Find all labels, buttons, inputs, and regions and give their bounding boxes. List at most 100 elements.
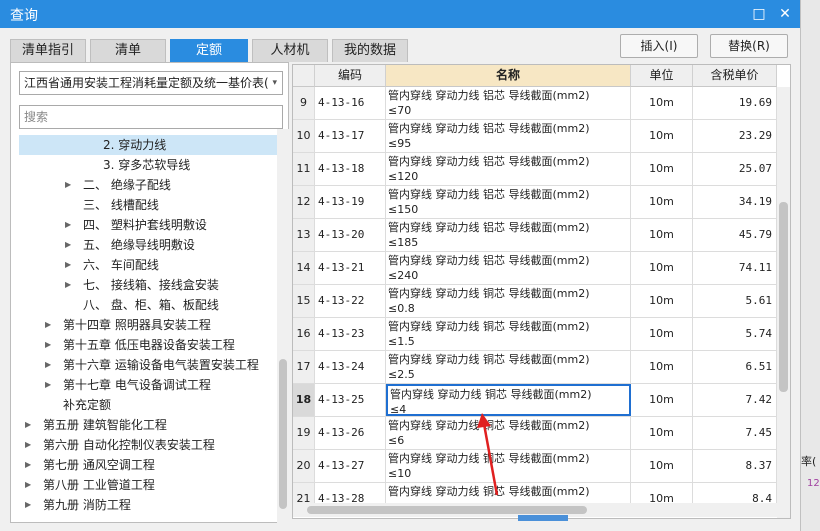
tree-node[interactable]: 八、 盘、柜、箱、板配线 xyxy=(19,295,277,315)
price-cell: 5.74 xyxy=(693,318,777,350)
table-row[interactable]: 14 4-13-21 管内穿线 穿动力线 铝芯 导线截面(mm2) ≤240 10m 7… xyxy=(293,252,777,285)
table-row[interactable]: 20 4-13-27 管内穿线 穿动力线 铜芯 导线截面(mm2) ≤10 10m 8.… xyxy=(293,450,777,483)
close-icon[interactable]: ✕ xyxy=(775,4,795,24)
expand-icon[interactable]: ▶ xyxy=(65,275,71,295)
replace-button[interactable]: 替换(R) xyxy=(710,34,788,58)
tree-node-label: 第十五章 低压电器设备安装工程 xyxy=(63,338,235,352)
restore-icon[interactable]: □ xyxy=(749,4,769,24)
code-cell: 4-13-20 xyxy=(315,219,386,251)
tree-node[interactable]: ▶ 第十七章 电气设备调试工程 xyxy=(19,375,277,395)
table-row[interactable]: 19 4-13-26 管内穿线 穿动力线 铜芯 导线截面(mm2) ≤6 10m 7.4… xyxy=(293,417,777,450)
tree-node-label: 第十四章 照明器具安装工程 xyxy=(63,318,211,332)
background-label: 率( xyxy=(801,455,817,468)
tree-node[interactable]: ▶ 第七册 通风空调工程 xyxy=(19,455,277,475)
tree-node[interactable]: 补充定额 xyxy=(19,395,277,415)
expand-icon[interactable]: ▶ xyxy=(45,335,51,355)
tree-node-label: 第七册 通风空调工程 xyxy=(43,458,155,472)
code-cell: 4-13-27 xyxy=(315,450,386,482)
tree-node[interactable]: ▶ 二、 绝缘子配线 xyxy=(19,175,277,195)
expand-icon[interactable]: ▶ xyxy=(65,255,71,275)
tree-node[interactable]: ▶ 第五册 建筑智能化工程 xyxy=(19,415,277,435)
tree-node[interactable]: ▶ 七、 接线箱、接线盒安装 xyxy=(19,275,277,295)
expand-icon[interactable]: ▶ xyxy=(45,375,51,395)
tree-node[interactable]: ▶ 第十六章 运输设备电气装置安装工程 xyxy=(19,355,277,375)
unit-cell: 10m xyxy=(631,351,693,383)
expand-icon[interactable]: ▶ xyxy=(25,435,31,455)
expand-icon[interactable]: ▶ xyxy=(25,455,31,475)
tree-scrollbar[interactable] xyxy=(277,129,289,523)
unit-cell: 10m xyxy=(631,252,693,284)
expand-icon[interactable]: ▶ xyxy=(25,475,31,495)
tree-node-label: 第六册 自动化控制仪表安装工程 xyxy=(43,438,215,452)
table-row[interactable]: 12 4-13-19 管内穿线 穿动力线 铝芯 导线截面(mm2) ≤150 10m 3… xyxy=(293,186,777,219)
tree-node-label: 六、 车间配线 xyxy=(83,258,159,272)
expand-icon[interactable]: ▶ xyxy=(65,175,71,195)
tree-node[interactable]: ▶ 五、 绝缘导线明敷设 xyxy=(19,235,277,255)
query-dialog: 清单指引 清单 定额 人材机 我的数据 插入(I) 替换(R) 江西省通用安装工… xyxy=(0,28,800,531)
tree-node[interactable]: ▶ 第六册 自动化控制仪表安装工程 xyxy=(19,435,277,455)
header-name[interactable]: 名称 xyxy=(386,65,631,87)
price-cell: 5.61 xyxy=(693,285,777,317)
table-row[interactable]: 18 4-13-25 管内穿线 穿动力线 铜芯 导线截面(mm2) ≤4 10m 7.4… xyxy=(293,384,777,417)
grid-vertical-scrollbar[interactable] xyxy=(777,87,790,518)
unit-cell: 10m xyxy=(631,186,693,218)
tree-node[interactable]: ▶ 六、 车间配线 xyxy=(19,255,277,275)
name-cell: 管内穿线 穿动力线 铝芯 导线截面(mm2) ≤70 xyxy=(386,87,631,119)
row-number: 14 xyxy=(293,252,315,284)
expand-icon[interactable]: ▶ xyxy=(65,215,71,235)
tree-node[interactable]: 2. 穿动力线 xyxy=(19,135,277,155)
tree-node[interactable]: ▶ 第八册 工业管道工程 xyxy=(19,475,277,495)
table-row[interactable]: 15 4-13-22 管内穿线 穿动力线 铜芯 导线截面(mm2) ≤0.8 10m 5… xyxy=(293,285,777,318)
row-number: 16 xyxy=(293,318,315,350)
tree-node[interactable]: ▶ 四、 塑料护套线明敷设 xyxy=(19,215,277,235)
table-row[interactable]: 9 4-13-16 管内穿线 穿动力线 铝芯 导线截面(mm2) ≤70 10m 19.… xyxy=(293,87,777,120)
tree-node-label: 二、 绝缘子配线 xyxy=(83,178,171,192)
tab-list-guide[interactable]: 清单指引 xyxy=(10,39,86,62)
library-select[interactable]: 江西省通用安装工程消耗量定额及统一基价表( ▾ xyxy=(19,71,283,95)
expand-icon[interactable]: ▶ xyxy=(25,415,31,435)
tree-node[interactable]: ▶ 第十五章 低压电器设备安装工程 xyxy=(19,335,277,355)
grid-horizontal-scroll-thumb[interactable] xyxy=(307,506,587,514)
expand-icon[interactable]: ▶ xyxy=(25,495,31,515)
tree-node[interactable]: ▶ 第九册 消防工程 xyxy=(19,495,277,515)
tree-node-label: 第五册 建筑智能化工程 xyxy=(43,418,167,432)
table-row[interactable]: 11 4-13-18 管内穿线 穿动力线 铝芯 导线截面(mm2) ≤120 10m 2… xyxy=(293,153,777,186)
table-row[interactable]: 17 4-13-24 管内穿线 穿动力线 铜芯 导线截面(mm2) ≤2.5 10m 6… xyxy=(293,351,777,384)
tree-node[interactable]: 三、 线槽配线 xyxy=(19,195,277,215)
unit-cell: 10m xyxy=(631,384,693,416)
code-cell: 4-13-25 xyxy=(315,384,386,416)
tree-node[interactable]: 3. 穿多芯软导线 xyxy=(19,155,277,175)
quota-tree: 2. 穿动力线 3. 穿多芯软导线 ▶ 二、 绝缘子配线 三、 线槽配线 ▶ 四、 塑料护套… xyxy=(19,135,277,521)
header-code[interactable]: 编码 xyxy=(315,65,386,87)
row-number: 12 xyxy=(293,186,315,218)
tree-node-label: 四、 塑料护套线明敷设 xyxy=(83,218,207,232)
tab-my-data[interactable]: 我的数据 xyxy=(332,39,408,62)
table-row[interactable]: 16 4-13-23 管内穿线 穿动力线 铜芯 导线截面(mm2) ≤1.5 10m 5… xyxy=(293,318,777,351)
expand-icon[interactable]: ▶ xyxy=(65,235,71,255)
row-number: 15 xyxy=(293,285,315,317)
grid-vertical-scroll-thumb[interactable] xyxy=(779,202,788,392)
tree-scroll-thumb[interactable] xyxy=(279,359,287,509)
background-value: 12 xyxy=(807,478,820,489)
tab-labor-material-machine[interactable]: 人材机 xyxy=(252,39,328,62)
expand-icon[interactable]: ▶ xyxy=(45,355,51,375)
table-row[interactable]: 13 4-13-20 管内穿线 穿动力线 铝芯 导线截面(mm2) ≤185 10m 4… xyxy=(293,219,777,252)
unit-cell: 10m xyxy=(631,450,693,482)
title-bar: 查询 □ ✕ xyxy=(0,0,800,28)
table-row[interactable]: 10 4-13-17 管内穿线 穿动力线 铝芯 导线截面(mm2) ≤95 10m 23… xyxy=(293,120,777,153)
insert-button[interactable]: 插入(I) xyxy=(620,34,698,58)
row-number: 13 xyxy=(293,219,315,251)
header-unit[interactable]: 单位 xyxy=(631,65,693,87)
tab-quota[interactable]: 定额 xyxy=(170,39,248,62)
code-cell: 4-13-21 xyxy=(315,252,386,284)
search-input[interactable]: 搜索 xyxy=(19,105,283,129)
tree-node-label: 第九册 消防工程 xyxy=(43,498,131,512)
expand-icon[interactable]: ▶ xyxy=(45,315,51,335)
code-cell: 4-13-23 xyxy=(315,318,386,350)
tab-list[interactable]: 清单 xyxy=(90,39,166,62)
header-price[interactable]: 含税单价 xyxy=(693,65,777,87)
tree-node[interactable]: ▶ 第十四章 照明器具安装工程 xyxy=(19,315,277,335)
collapse-handle[interactable] xyxy=(518,515,568,521)
name-cell: 管内穿线 穿动力线 铜芯 导线截面(mm2) ≤2.5 xyxy=(386,351,631,383)
chevron-down-icon[interactable]: ▾ xyxy=(272,72,277,94)
